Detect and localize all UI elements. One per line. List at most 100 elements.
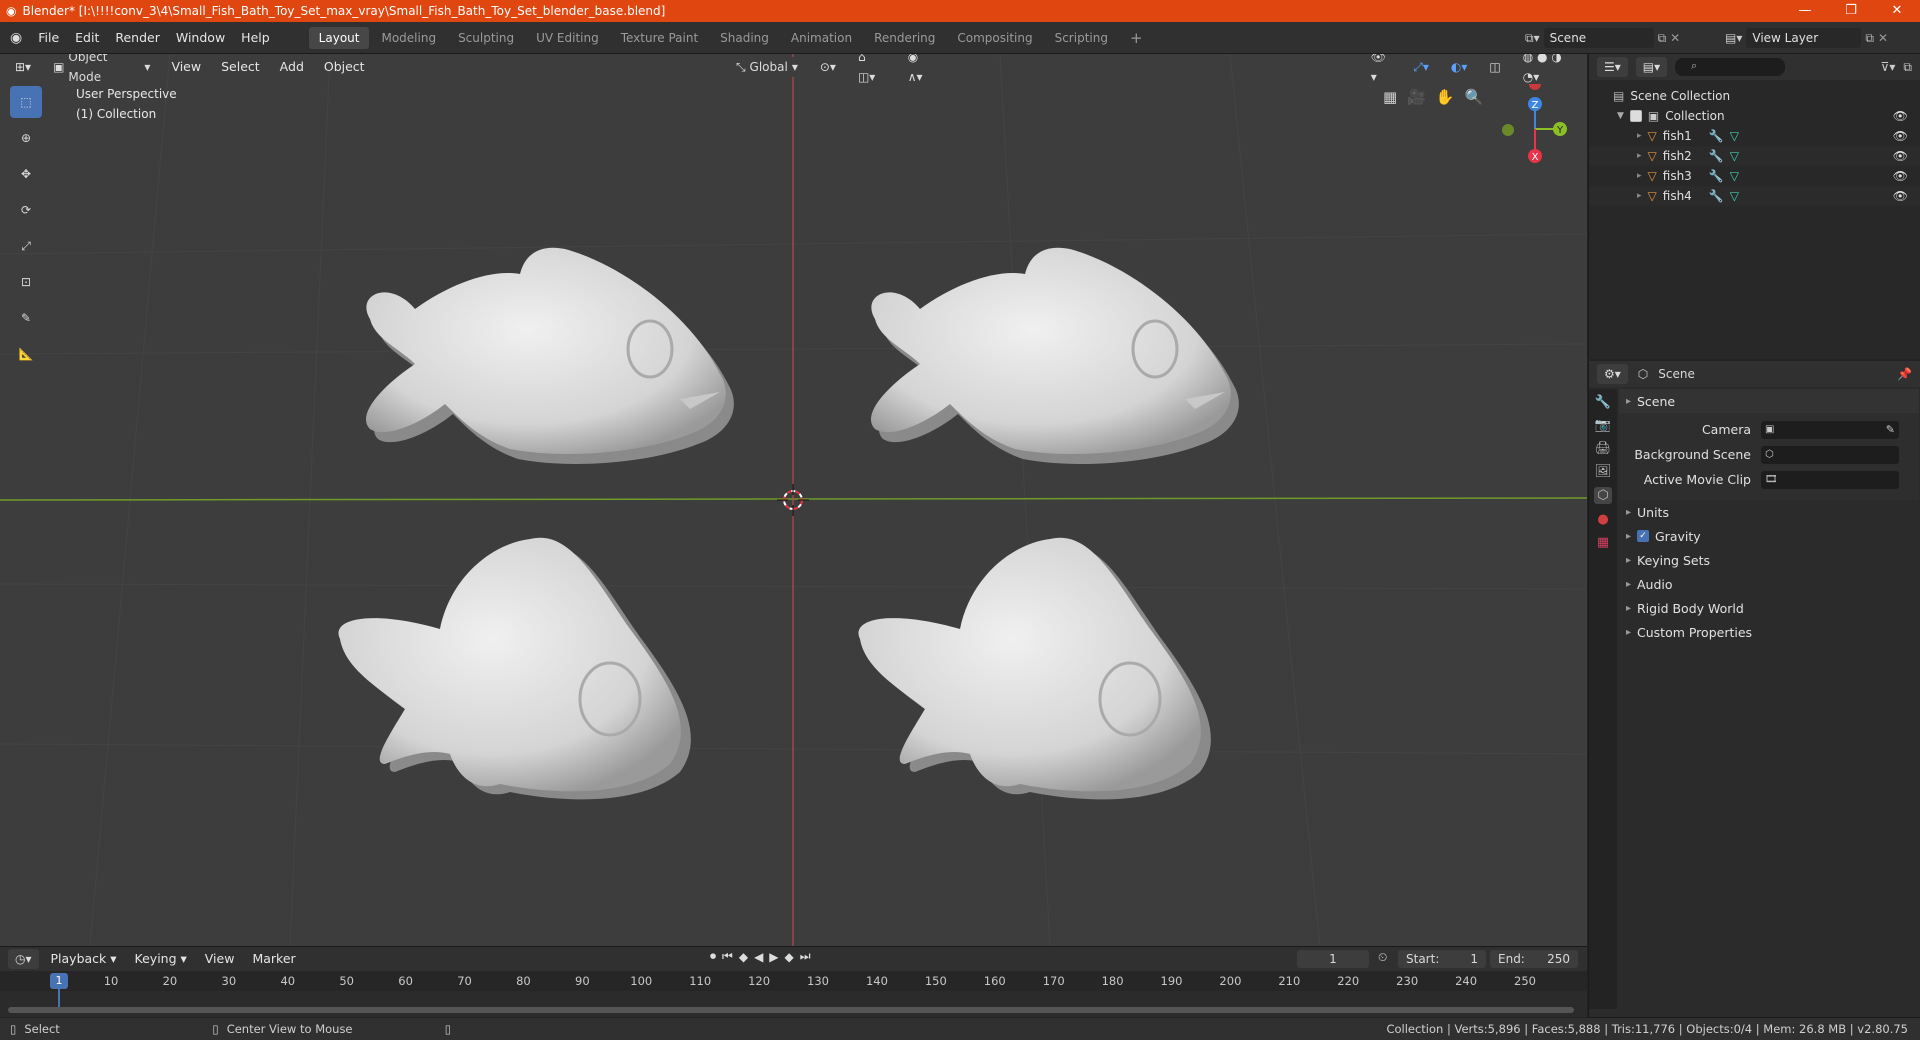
select-box-icon[interactable]: ⬚ [10,86,42,118]
timeline-menu-keying[interactable]: Keying ▾ [129,947,193,971]
timeline-menu-playback[interactable]: Playback ▾ [45,947,123,971]
eyedropper-icon[interactable]: ✎ [1886,423,1899,436]
zoom-icon[interactable]: 🔍 [1465,88,1484,106]
tab-uv-editing[interactable]: UV Editing [526,27,609,49]
record-button-icon[interactable]: ⏺ [710,949,716,964]
expand-arrow-icon[interactable]: ▸ [1637,151,1642,161]
camera-field[interactable]: ▣ ✎ [1761,420,1899,439]
timeline-ruler[interactable]: 1102030405060708090100110120130140150160… [0,971,1587,991]
pivot-dropdown[interactable]: ⊙▾ [812,57,843,77]
rigid-body-world-section-header[interactable]: Rigid Body World [1619,596,1919,620]
filter-icon[interactable]: ⊽▾ [1881,60,1896,74]
tab-modeling[interactable]: Modeling [371,27,446,49]
play-reverse-icon[interactable]: ◀ [754,950,763,964]
visibility-eye-icon[interactable]: 👁 [1893,129,1908,143]
minimize-button[interactable]: — [1782,0,1828,22]
delete-view-layer-icon[interactable]: ✕ [1878,31,1888,45]
xray-toggle[interactable]: ◫ [1482,57,1508,77]
new-view-layer-icon[interactable]: ⧉ [1865,31,1874,46]
view-layer-icon[interactable]: ▤▾ [1725,31,1742,45]
new-scene-icon[interactable]: ⧉ [1658,31,1667,46]
scale-tool-icon[interactable]: ⤢ [10,230,42,262]
outliner-row-fish1[interactable]: ▸ ▽ fish1 🔧 ▽ 👁 [1589,126,1920,146]
scene-name-field[interactable]: Scene [1543,28,1654,48]
current-frame-field[interactable]: 1 [1297,950,1369,968]
scene-section-header[interactable]: Scene [1619,389,1919,413]
maximize-button[interactable]: ❐ [1828,0,1874,22]
display-mode-icon[interactable]: ▤▾ [1635,57,1668,77]
menu-render[interactable]: Render [107,22,168,54]
mesh-data-icon[interactable]: ▽ [1730,149,1739,163]
view-layer-field[interactable]: View Layer [1746,28,1862,48]
expand-arrow-icon[interactable]: ▼ [1617,111,1624,121]
texture-tab-icon[interactable]: ▦ [1597,535,1609,550]
expand-arrow-icon[interactable]: ▸ [1637,191,1642,201]
jump-end-icon[interactable]: ⏭ [800,949,811,964]
annotate-tool-icon[interactable]: ✎ [10,302,42,334]
next-keyframe-icon[interactable]: ◆ [785,950,794,964]
fish4-mesh[interactable] [858,537,1211,800]
expand-arrow-icon[interactable]: ▸ [1637,171,1642,181]
outliner-row-fish2[interactable]: ▸ ▽ fish2 🔧 ▽ 👁 [1589,146,1920,166]
gizmo-toggle[interactable]: ⤢▾ [1406,57,1436,77]
tab-animation[interactable]: Animation [781,27,862,49]
tab-shading[interactable]: Shading [710,27,779,49]
timeline-menu-marker[interactable]: Marker [246,947,301,971]
editor-type-icon[interactable]: ⊞▾ [8,57,39,77]
world-tab-icon[interactable]: ● [1597,512,1608,527]
tab-compositing[interactable]: Compositing [947,27,1042,49]
shading-modes[interactable]: ◍ ● ◑ ◔▾ [1515,54,1587,84]
blender-menu-icon[interactable]: ◉ [0,30,30,46]
end-frame-field[interactable]: End: 250 [1490,950,1578,968]
transform-tool-icon[interactable]: ⊡ [10,266,42,298]
modifier-wrench-icon[interactable]: 🔧 [1709,129,1724,143]
visibility-dropdown[interactable]: 👁▾ [1363,54,1399,84]
viewport-menu-object[interactable]: Object [318,54,371,80]
outliner-row-scene-collection[interactable]: ▤ Scene Collection [1589,86,1920,106]
visibility-eye-icon[interactable]: 👁 [1893,109,1908,123]
viewport-menu-add[interactable]: Add [274,54,310,80]
menu-file[interactable]: File [30,22,67,54]
viewport-menu-view[interactable]: View [165,54,207,80]
mesh-data-icon[interactable]: ▽ [1730,189,1739,203]
outliner-row-collection[interactable]: ▼ ▣ Collection 👁 [1589,106,1920,126]
outliner-row-fish4[interactable]: ▸ ▽ fish4 🔧 ▽ 👁 [1589,186,1920,206]
3d-viewport[interactable]: ⊞▾ ▣ Object Mode ▾ View Select Add Object … [0,54,1587,946]
visibility-eye-icon[interactable]: 👁 [1893,169,1908,183]
camera-view-icon[interactable]: 🎥 [1407,88,1426,106]
proportional-edit-toggle[interactable]: ◉ ∧▾ [900,54,943,84]
tab-scripting[interactable]: Scripting [1045,27,1118,49]
menu-edit[interactable]: Edit [67,22,107,54]
jump-start-icon[interactable]: ⏮ [722,949,733,964]
overlay-toggle[interactable]: ◐▾ [1443,57,1475,77]
visibility-eye-icon[interactable]: 👁 [1893,149,1908,163]
preview-range-icon[interactable]: ⏲ [1378,950,1387,965]
tool-tab-icon[interactable]: 🔧 [1595,395,1611,410]
modifier-wrench-icon[interactable]: 🔧 [1709,189,1724,203]
object-mode-dropdown[interactable]: ▣ Object Mode ▾ [46,54,158,84]
tab-sculpting[interactable]: Sculpting [448,27,524,49]
timeline-scrollbar[interactable] [8,1007,1574,1013]
timeline-menu-view[interactable]: View [199,947,241,971]
axis-gizmo[interactable]: Z Y X [1490,84,1570,164]
active-movie-clip-field[interactable]: 🎞 [1761,470,1899,489]
fish1-mesh[interactable] [366,247,734,464]
modifier-wrench-icon[interactable]: 🔧 [1709,169,1724,183]
properties-editor-type-icon[interactable]: ⚙▾ [1597,364,1628,384]
tab-rendering[interactable]: Rendering [864,27,945,49]
expand-arrow-icon[interactable]: ▸ [1637,131,1642,141]
pin-icon[interactable]: 📌 [1897,367,1912,381]
prev-keyframe-icon[interactable]: ◆ [739,950,748,964]
menu-help[interactable]: Help [233,22,278,54]
tab-layout[interactable]: Layout [308,26,370,49]
units-section-header[interactable]: Units [1619,500,1919,524]
custom-properties-section-header[interactable]: Custom Properties [1619,620,1919,644]
snap-toggle[interactable]: ⌂ ◫▾ [850,54,893,84]
scene-tab-icon[interactable]: ⬡ [1594,487,1612,504]
cursor-tool-icon[interactable]: ⊕ [10,122,42,154]
grid-view-icon[interactable]: ▦ [1383,88,1397,106]
tab-texture-paint[interactable]: Texture Paint [611,27,708,49]
mesh-data-icon[interactable]: ▽ [1730,129,1739,143]
outliner-row-fish3[interactable]: ▸ ▽ fish3 🔧 ▽ 👁 [1589,166,1920,186]
delete-scene-icon[interactable]: ✕ [1670,31,1680,45]
